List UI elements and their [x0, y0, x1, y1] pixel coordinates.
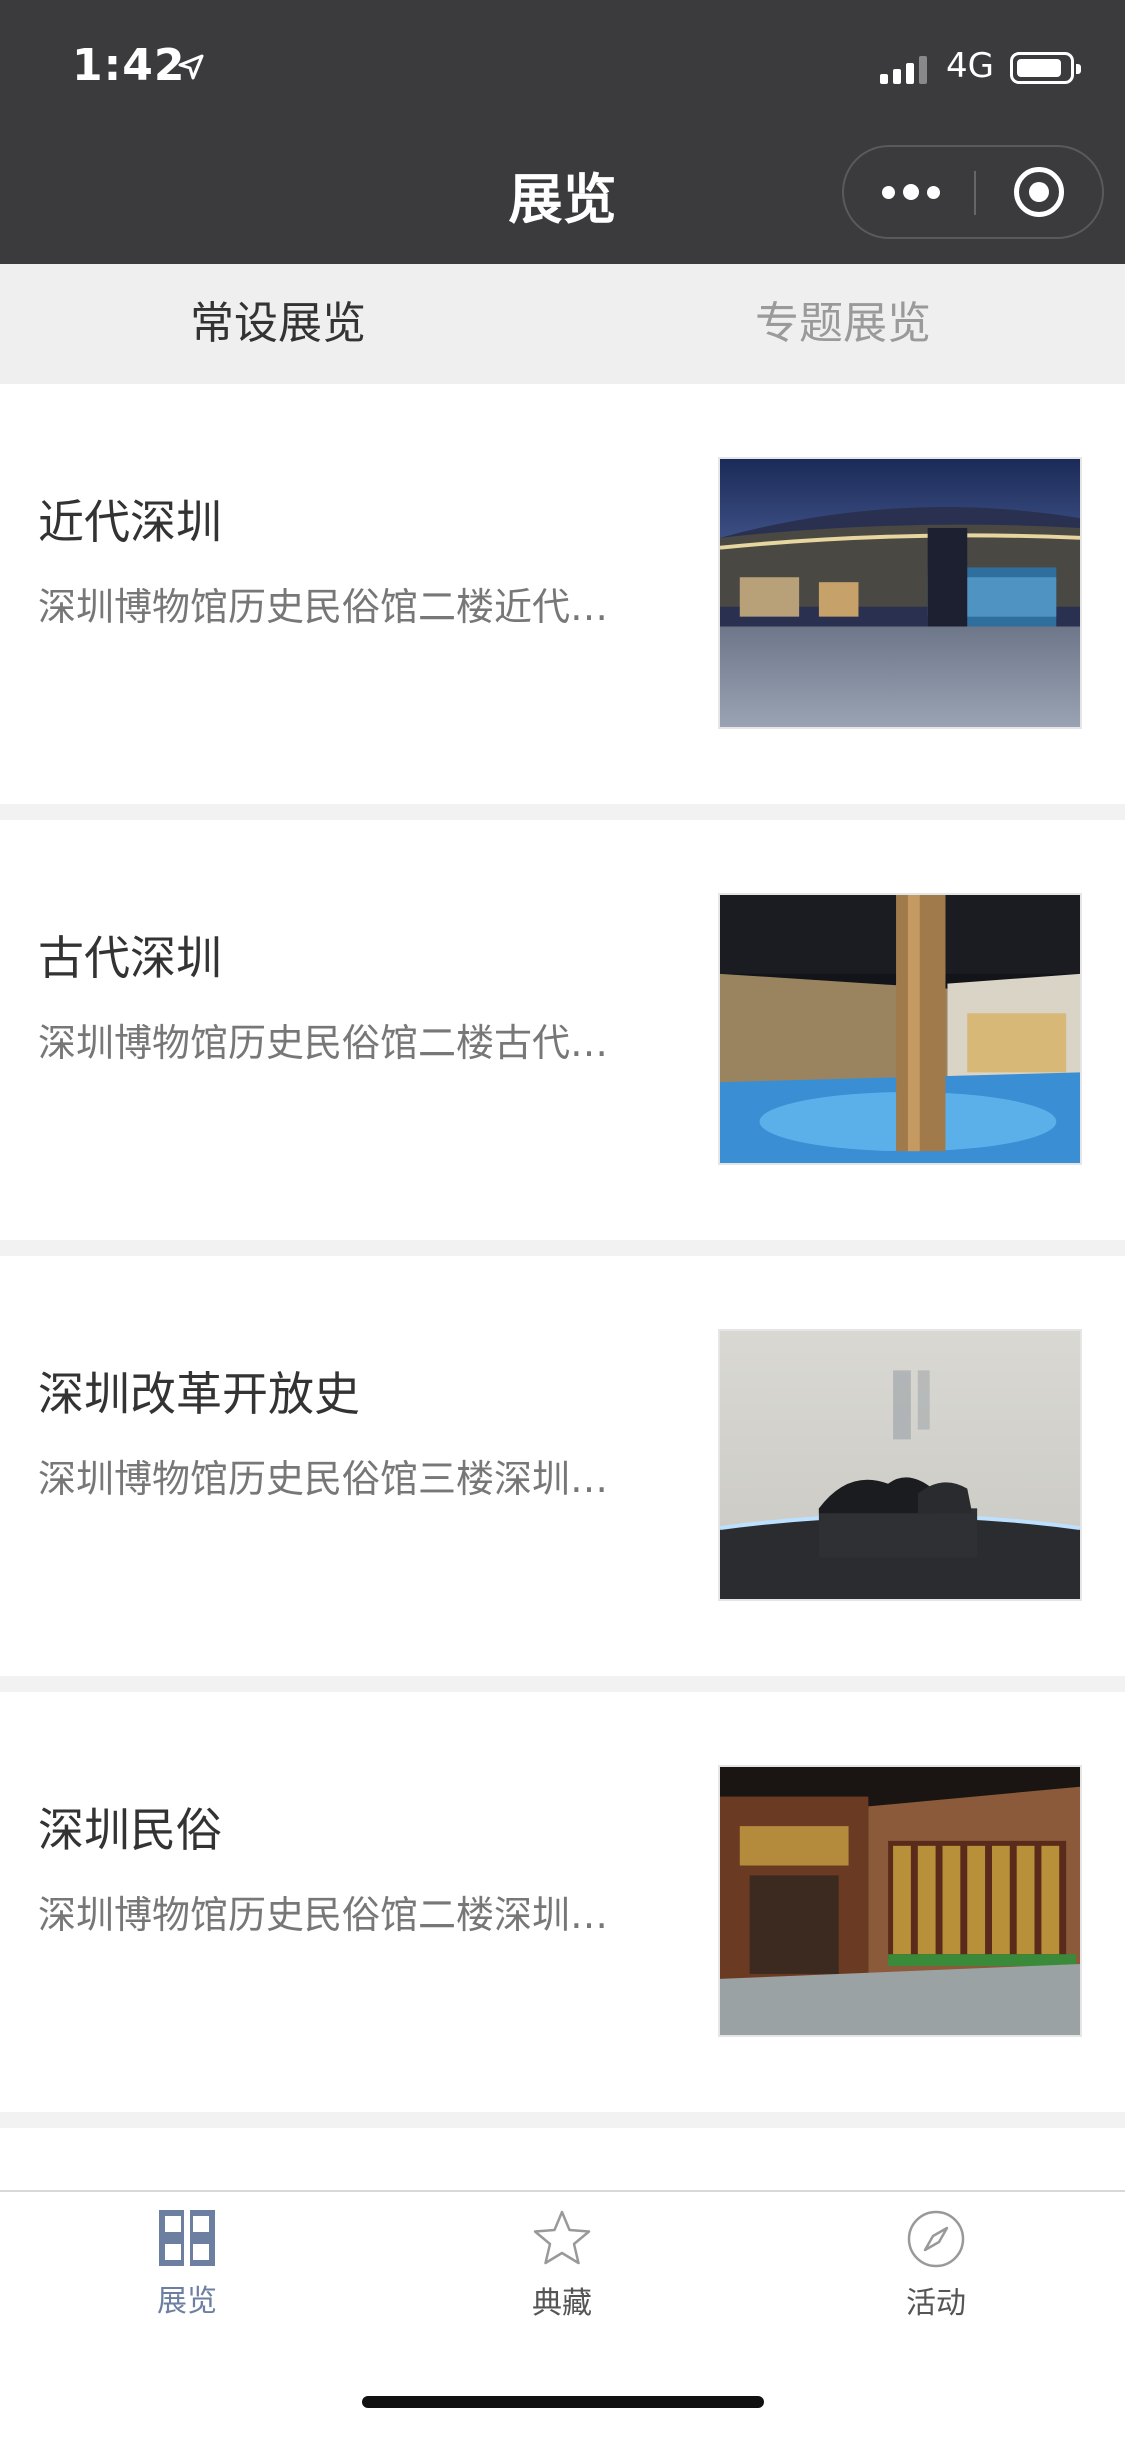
network-type: 4G — [946, 46, 994, 86]
battery-icon — [1010, 52, 1081, 84]
exhibition-title: 深圳改革开放史 — [38, 1367, 360, 1421]
exhibition-icon — [159, 2210, 215, 2266]
exhibition-desc: 深圳博物馆历史民俗馆二楼深圳… — [38, 1893, 609, 1937]
tabbar-label: 活动 — [906, 2286, 966, 2321]
home-indicator[interactable] — [362, 2396, 764, 2408]
location-arrow-icon — [178, 54, 204, 80]
close-miniprogram-icon[interactable] — [1014, 167, 1064, 217]
tab-special[interactable]: 专题展览 — [755, 264, 931, 384]
list-item[interactable]: 深圳改革开放史 深圳博物馆历史民俗馆三楼深圳… — [0, 1256, 1125, 1692]
exhibition-thumbnail — [718, 893, 1082, 1165]
exhibition-list: 近代深圳 深圳博物馆历史民俗馆二楼近代… 古代深圳 深圳博物馆历史民俗馆二楼古代… — [0, 384, 1125, 2328]
tabbar-label: 典藏 — [532, 2286, 592, 2321]
exhibition-title: 深圳民俗 — [38, 1803, 222, 1857]
tabbar-item-collection[interactable]: 典藏 — [462, 2208, 662, 2322]
exhibition-tabs: 常设展览 专题展览 — [0, 264, 1125, 384]
list-item[interactable]: 深圳民俗 深圳博物馆历史民俗馆二楼深圳… — [0, 1692, 1125, 2128]
list-item[interactable]: 古代深圳 深圳博物馆历史民俗馆二楼古代… — [0, 820, 1125, 1256]
mini-program-capsule — [842, 145, 1104, 239]
exhibition-thumbnail — [718, 1765, 1082, 2037]
exhibition-thumbnail — [718, 1329, 1082, 1601]
app-header: 1:42 4G 展览 — [0, 0, 1125, 264]
exhibition-thumbnail — [718, 457, 1082, 729]
exhibition-desc: 深圳博物馆历史民俗馆三楼深圳… — [38, 1457, 609, 1501]
tabbar-label: 展览 — [157, 2284, 217, 2319]
capsule-divider — [974, 171, 976, 215]
exhibition-title: 古代深圳 — [38, 931, 222, 985]
exhibition-title: 近代深圳 — [38, 495, 222, 549]
compass-icon — [907, 2210, 965, 2268]
exhibition-desc: 深圳博物馆历史民俗馆二楼近代… — [38, 585, 609, 629]
tabbar-item-activities[interactable]: 活动 — [836, 2208, 1036, 2322]
tab-permanent[interactable]: 常设展览 — [190, 264, 366, 384]
exhibition-desc: 深圳博物馆历史民俗馆二楼古代… — [38, 1021, 609, 1065]
more-icon[interactable] — [882, 147, 940, 237]
status-time: 1:42 — [72, 40, 186, 91]
signal-icon — [880, 56, 927, 84]
tabbar-item-exhibition[interactable]: 展览 — [87, 2208, 287, 2320]
list-item[interactable]: 近代深圳 深圳博物馆历史民俗馆二楼近代… — [0, 384, 1125, 820]
star-icon — [533, 2210, 591, 2265]
